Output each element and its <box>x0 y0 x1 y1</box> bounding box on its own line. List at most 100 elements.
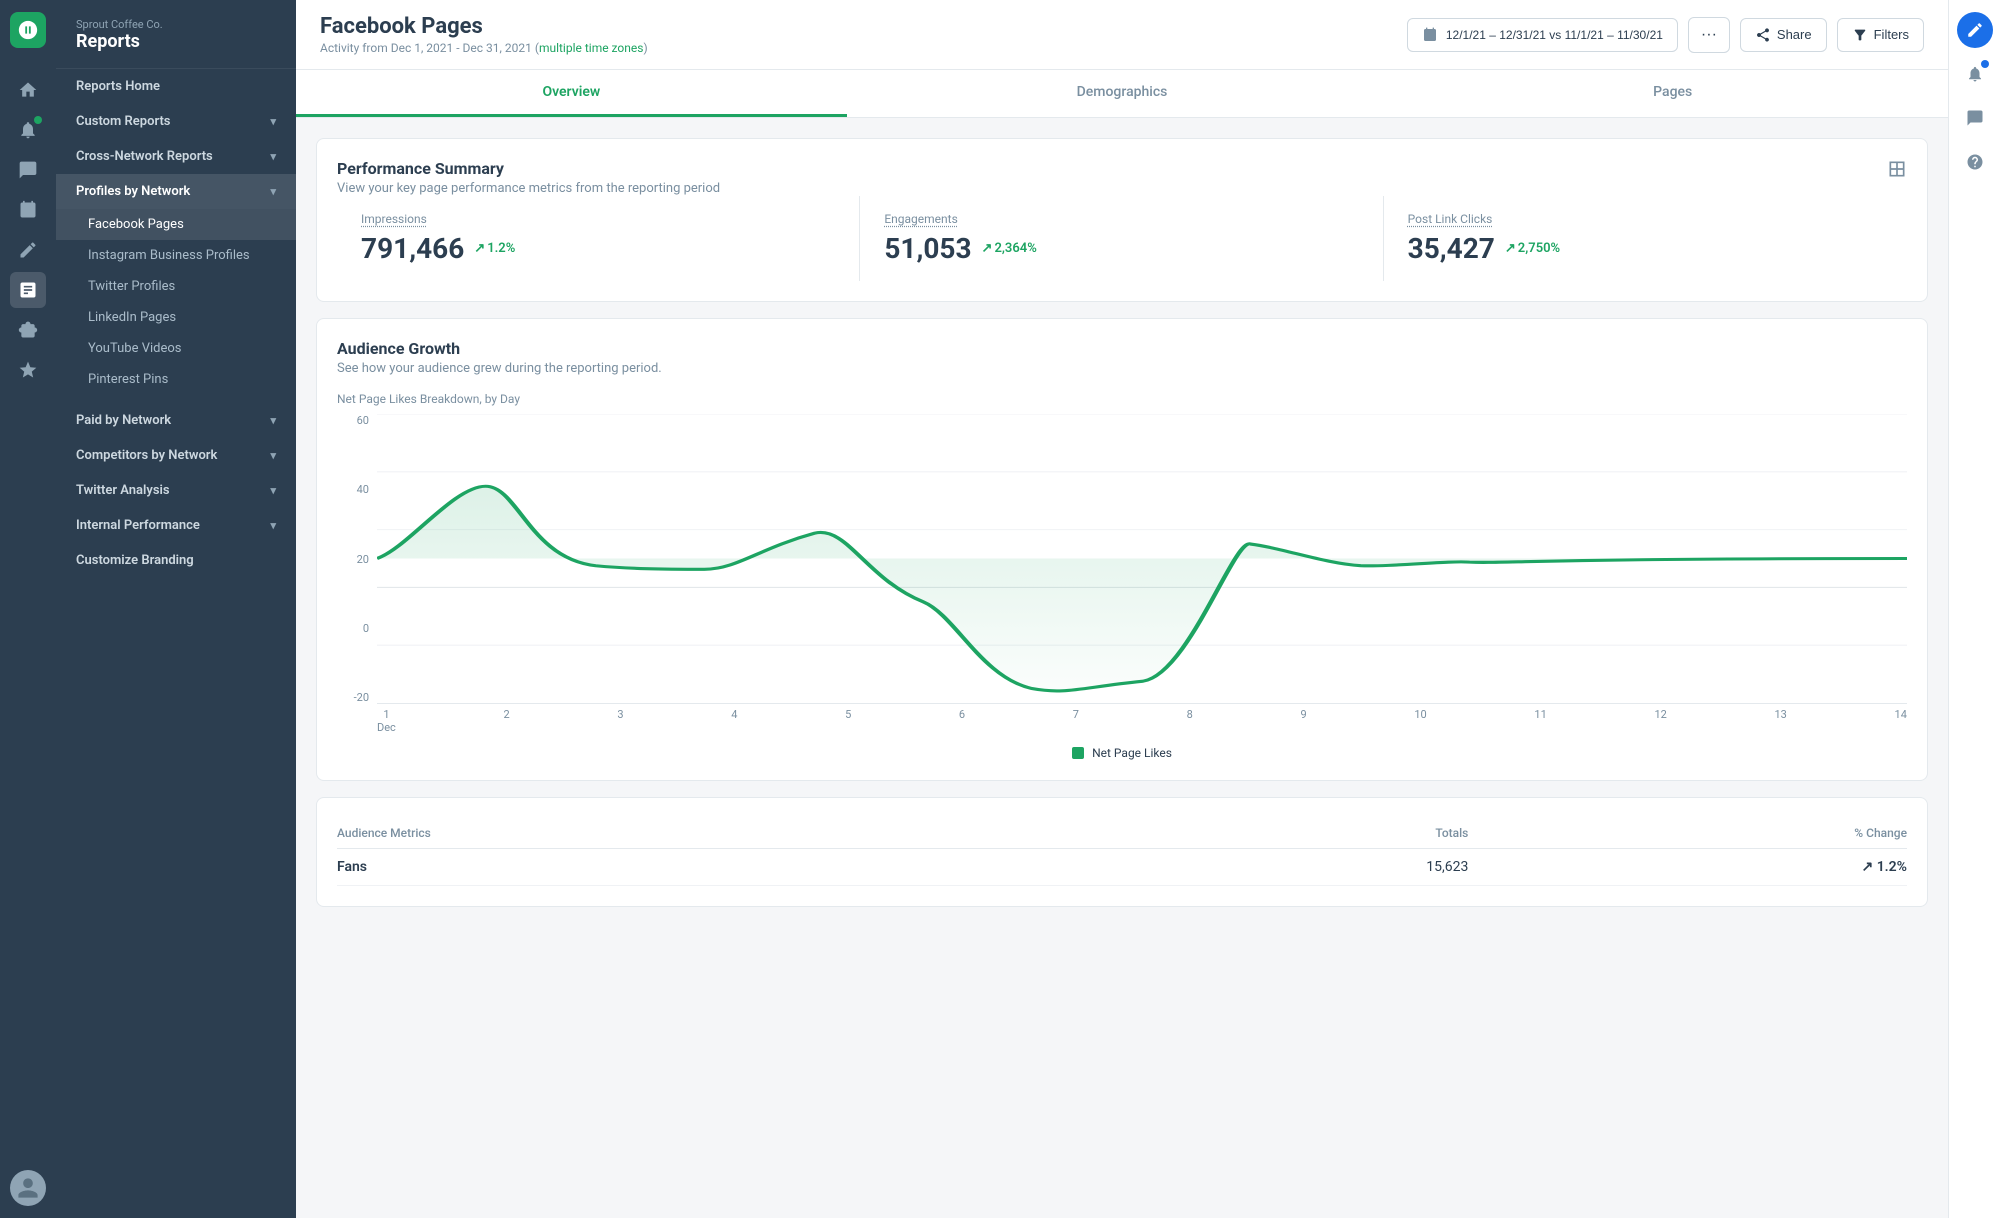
sidebar-item-twitter-analysis[interactable]: Twitter Analysis ▾ <box>56 473 296 508</box>
sidebar-item-custom-reports[interactable]: Custom Reports ▾ <box>56 104 296 139</box>
chart-container: 60 40 20 0 -20 <box>337 414 1907 734</box>
post-link-clicks-value: 35,427 2,750% <box>1408 232 1883 265</box>
chevron-icon: ▾ <box>270 449 276 462</box>
icon-rail <box>0 0 56 1218</box>
compose-action-button[interactable] <box>1957 12 1993 48</box>
tab-pages[interactable]: Pages <box>1397 70 1948 117</box>
filters-icon <box>1852 27 1868 43</box>
sidebar: Sprout Coffee Co. Reports Reports Home C… <box>56 0 296 1218</box>
nav-bell-icon[interactable] <box>10 112 46 148</box>
sidebar-item-facebook-pages[interactable]: Facebook Pages <box>56 209 296 240</box>
post-link-clicks-label: Post Link Clicks <box>1408 212 1883 226</box>
sidebar-item-twitter-profiles[interactable]: Twitter Profiles <box>56 271 296 302</box>
page-title: Facebook Pages <box>320 14 648 39</box>
sidebar-item-profiles-by-network[interactable]: Profiles by Network ▾ <box>56 174 296 209</box>
audience-growth-card: Audience Growth See how your audience gr… <box>316 318 1928 781</box>
nav-bot-icon[interactable] <box>10 312 46 348</box>
performance-subtitle: View your key page performance metrics f… <box>337 181 720 196</box>
sidebar-item-instagram[interactable]: Instagram Business Profiles <box>56 240 296 271</box>
engagements-label: Engagements <box>884 212 1358 226</box>
nav-pin-icon[interactable] <box>10 192 46 228</box>
sidebar-item-linkedin[interactable]: LinkedIn Pages <box>56 302 296 333</box>
sidebar-item-reports-home[interactable]: Reports Home <box>56 69 296 104</box>
sidebar-item-customize-branding[interactable]: Customize Branding <box>56 543 296 578</box>
table-view-button[interactable] <box>1887 159 1907 183</box>
metric-engagements: Engagements 51,053 2,364% <box>860 196 1383 281</box>
legend-label: Net Page Likes <box>1092 746 1172 760</box>
company-name: Sprout Coffee Co. <box>76 18 276 31</box>
metric-row-total: 15,623 <box>1118 849 1468 886</box>
sidebar-item-paid-by-network[interactable]: Paid by Network ▾ <box>56 403 296 438</box>
audience-growth-subtitle: See how your audience grew during the re… <box>337 361 1907 376</box>
right-notifications-icon[interactable] <box>1957 56 1993 92</box>
performance-title: Performance Summary <box>337 159 720 178</box>
sidebar-item-internal-performance[interactable]: Internal Performance ▾ <box>56 508 296 543</box>
chart-area <box>377 414 1907 704</box>
share-button[interactable]: Share <box>1740 18 1827 52</box>
chevron-icon: ▾ <box>270 484 276 497</box>
nav-compose-icon[interactable] <box>10 232 46 268</box>
chevron-icon: ▾ <box>270 414 276 427</box>
col-header-totals: Totals <box>1118 818 1468 849</box>
chart-legend: Net Page Likes <box>337 746 1907 760</box>
impressions-value: 791,466 1.2% <box>361 232 835 265</box>
logo[interactable] <box>10 12 46 48</box>
nav-star-icon[interactable] <box>10 352 46 388</box>
chart-label: Net Page Likes Breakdown, by Day <box>337 392 1907 406</box>
sidebar-header: Sprout Coffee Co. Reports <box>56 0 296 69</box>
card-header-row: Performance Summary View your key page p… <box>337 159 1907 196</box>
tabs-bar: Overview Demographics Pages <box>296 70 1948 118</box>
nav-chat-icon[interactable] <box>10 152 46 188</box>
blue-badge <box>1981 60 1989 68</box>
col-header-change: % Change <box>1468 818 1907 849</box>
timezone-link[interactable]: multiple time zones <box>539 41 644 55</box>
notification-badge <box>34 116 42 124</box>
content-area: Performance Summary View your key page p… <box>296 118 1948 1218</box>
table-row: Fans 15,623 1.2% <box>337 849 1907 886</box>
engagements-change: 2,364% <box>982 241 1037 256</box>
user-avatar[interactable] <box>10 1170 46 1206</box>
share-icon <box>1755 27 1771 43</box>
chevron-icon: ▾ <box>270 150 276 163</box>
audience-metrics-card: Audience Metrics Totals % Change Fans 15… <box>316 797 1928 907</box>
sidebar-item-competitors[interactable]: Competitors by Network ▾ <box>56 438 296 473</box>
metrics-grid: Impressions 791,466 1.2% Engagements 51,… <box>337 196 1907 281</box>
header-right: 12/1/21 – 12/31/21 vs 11/1/21 – 11/30/21… <box>1407 17 1924 53</box>
filters-button[interactable]: Filters <box>1837 18 1924 52</box>
main-header: Facebook Pages Activity from Dec 1, 2021… <box>296 0 1948 70</box>
chevron-icon: ▾ <box>270 185 276 198</box>
engagements-value: 51,053 2,364% <box>884 232 1358 265</box>
col-header-metric: Audience Metrics <box>337 818 1118 849</box>
performance-summary-card: Performance Summary View your key page p… <box>316 138 1928 302</box>
audience-growth-header: Audience Growth See how your audience gr… <box>337 339 1907 376</box>
sidebar-item-youtube[interactable]: YouTube Videos <box>56 333 296 364</box>
metric-impressions: Impressions 791,466 1.2% <box>337 196 860 281</box>
more-options-button[interactable]: ··· <box>1688 17 1730 53</box>
metric-row-change: 1.2% <box>1468 849 1907 886</box>
tab-overview[interactable]: Overview <box>296 70 847 117</box>
sidebar-item-pinterest[interactable]: Pinterest Pins <box>56 364 296 395</box>
audience-metrics-table: Audience Metrics Totals % Change Fans 15… <box>337 818 1907 886</box>
nav-home-icon[interactable] <box>10 72 46 108</box>
metric-row-label: Fans <box>337 849 1118 886</box>
metric-post-link-clicks: Post Link Clicks 35,427 2,750% <box>1384 196 1907 281</box>
line-chart-svg <box>377 414 1907 703</box>
right-chat-icon[interactable] <box>1957 100 1993 136</box>
chevron-icon: ▾ <box>270 519 276 532</box>
tab-demographics[interactable]: Demographics <box>847 70 1398 117</box>
x-axis: 1Dec 2 3 4 5 6 7 8 9 10 11 12 13 14 <box>377 704 1907 734</box>
impressions-label: Impressions <box>361 212 835 226</box>
calendar-icon <box>1422 27 1438 43</box>
section-title: Reports <box>76 31 276 52</box>
nav-analytics-icon[interactable] <box>10 272 46 308</box>
chevron-icon: ▾ <box>270 115 276 128</box>
sidebar-item-cross-network[interactable]: Cross-Network Reports ▾ <box>56 139 296 174</box>
legend-dot <box>1072 747 1084 759</box>
performance-header: Performance Summary View your key page p… <box>337 159 720 196</box>
right-help-icon[interactable] <box>1957 144 1993 180</box>
impressions-change: 1.2% <box>474 241 515 256</box>
page-subtitle: Activity from Dec 1, 2021 - Dec 31, 2021… <box>320 41 648 55</box>
post-link-clicks-change: 2,750% <box>1505 241 1560 256</box>
date-range-button[interactable]: 12/1/21 – 12/31/21 vs 11/1/21 – 11/30/21 <box>1407 18 1678 52</box>
y-axis: 60 40 20 0 -20 <box>337 414 377 704</box>
